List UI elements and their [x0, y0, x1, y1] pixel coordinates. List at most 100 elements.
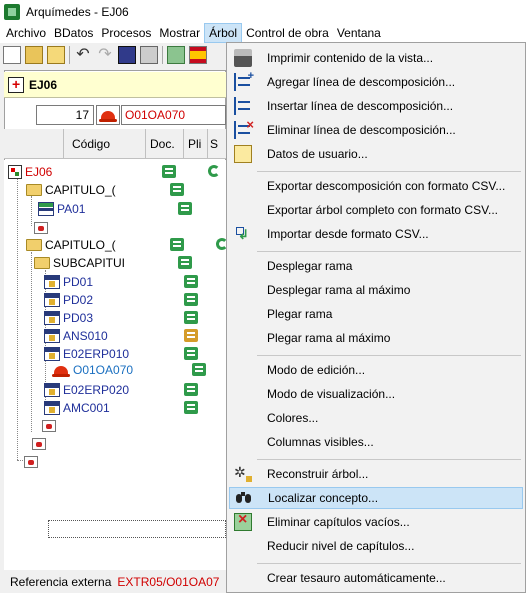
concept-tree[interactable]: EJ06 CAPITULO_( PA01 CAPITULO_( SUBCAPIT…: [4, 160, 226, 570]
menu-item-label: Columnas visibles...: [267, 435, 374, 449]
toolbar-separator: [69, 46, 70, 64]
tree-row[interactable]: EJ06: [8, 162, 52, 181]
header-codigo[interactable]: Código: [64, 129, 146, 158]
new-file-icon[interactable]: [3, 46, 21, 64]
tree-row[interactable]: PD03: [44, 308, 93, 327]
document-tab[interactable]: EJ06: [4, 72, 226, 98]
menu-item-reconstruir-arbol[interactable]: Reconstruir árbol...: [229, 463, 523, 485]
menu-item-modo-visualizacion[interactable]: Modo de visualización...: [229, 383, 523, 405]
open-folder-icon[interactable]: [25, 46, 43, 64]
tree-connector: [31, 196, 32, 226]
menu-item-label: Modo de visualización...: [267, 387, 396, 401]
tree-row[interactable]: CAPITULO_(: [26, 180, 116, 199]
menu-item-plegar-maximo[interactable]: Plegar rama al máximo: [229, 327, 523, 349]
tree-row-selected[interactable]: O01OA070: [52, 360, 133, 379]
document-icon: [184, 401, 198, 414]
header-pli[interactable]: Pli: [184, 129, 208, 158]
menu-item-columnas-visibles[interactable]: Columnas visibles...: [229, 431, 523, 453]
tree-row[interactable]: [32, 434, 46, 453]
menu-bdatos[interactable]: BDatos: [50, 23, 97, 43]
tree-row-label: E02ERP010: [63, 346, 130, 361]
menu-item-label: Imprimir contenido de la vista...: [267, 51, 434, 65]
menu-item-eliminar-linea[interactable]: Eliminar línea de descomposición...: [229, 117, 523, 141]
tool-icon[interactable]: [167, 46, 185, 64]
tree-row[interactable]: [24, 452, 38, 471]
menu-item-agregar-linea[interactable]: Agregar línea de descomposición...: [229, 70, 523, 93]
menu-item-crear-tesauro[interactable]: Crear tesauro automáticamente...: [229, 567, 523, 589]
menu-item-label: Colores...: [267, 411, 319, 425]
code-input[interactable]: O01OA070: [121, 105, 226, 125]
menu-item-label: Eliminar línea de descomposición...: [267, 123, 456, 137]
menu-item-reducir-nivel[interactable]: Reducir nivel de capítulos...: [229, 535, 523, 557]
empty-item-icon: [34, 221, 48, 234]
tree-row[interactable]: SUBCAPITUI: [34, 253, 125, 272]
tree-delete-icon: [234, 117, 254, 139]
folder-icon: [34, 256, 50, 269]
tree-row-label: CAPITULO_(: [45, 182, 116, 197]
column-header: Código Doc. Pli S: [4, 129, 226, 159]
menu-mostrar[interactable]: Mostrar: [155, 23, 204, 43]
menu-item-label: Reducir nivel de capítulos...: [267, 539, 415, 553]
menu-item-eliminar-capitulos[interactable]: Eliminar capítulos vacíos...: [229, 511, 523, 533]
menu-item-imprimir[interactable]: Imprimir contenido de la vista...: [229, 47, 523, 69]
menu-item-label: Modo de edición...: [267, 363, 366, 377]
menu-item-importar-csv[interactable]: Importar desde formato CSV...: [229, 223, 523, 245]
input-row: 17 O01OA070: [4, 104, 226, 126]
tree-row[interactable]: CAPITULO_(: [26, 235, 116, 254]
menu-item-datos-usuario[interactable]: Datos de usuario...: [229, 143, 523, 165]
document-icon: [184, 329, 198, 342]
tree-row[interactable]: PD01: [44, 272, 93, 291]
recycle-icon: [216, 238, 226, 250]
menu-item-localizar-concepto[interactable]: Localizar concepto...: [229, 487, 523, 509]
binoculars-icon: [235, 489, 253, 507]
menu-item-label: Eliminar capítulos vacíos...: [267, 515, 410, 529]
tree-row-label: O01OA070: [73, 362, 134, 377]
menu-control-de-obra[interactable]: Control de obra: [242, 23, 333, 43]
menu-item-insertar-linea[interactable]: Insertar línea de descomposición...: [229, 95, 523, 117]
menu-separator: [257, 355, 521, 356]
menu-ventana[interactable]: Ventana: [333, 23, 385, 43]
tree-row[interactable]: PA01: [38, 199, 85, 218]
menu-bar: Archivo BDatos Procesos Mostrar Árbol Co…: [0, 23, 526, 43]
menu-item-desplegar-maximo[interactable]: Desplegar rama al máximo: [229, 279, 523, 301]
menu-arbol[interactable]: Árbol: [204, 23, 243, 43]
spain-flag-icon[interactable]: [189, 46, 207, 64]
print-icon[interactable]: [140, 46, 158, 64]
selected-row-outline: [48, 520, 226, 538]
tree-row[interactable]: ANS010: [44, 326, 108, 345]
document-icon: [170, 183, 184, 196]
unit-item-icon: [44, 400, 60, 415]
new-folder-icon[interactable]: [47, 46, 65, 64]
menu-item-desplegar-rama[interactable]: Desplegar rama: [229, 255, 523, 277]
status-bar: Referencia externa EXTR05/O01OA07: [4, 570, 226, 593]
header-s[interactable]: S: [208, 129, 226, 158]
empty-item-icon: [42, 419, 56, 432]
tree-row[interactable]: E02ERP020: [44, 380, 129, 399]
hard-hat-button[interactable]: [96, 105, 120, 125]
item-icon: [38, 201, 54, 216]
tree-row[interactable]: AMC001: [44, 398, 110, 417]
menu-item-exportar-descomposicion[interactable]: Exportar descomposición con formato CSV.…: [229, 175, 523, 197]
save-icon[interactable]: [118, 46, 136, 64]
recycle-icon: [208, 165, 220, 177]
hard-hat-icon: [99, 111, 117, 122]
header-blank: [4, 129, 64, 158]
redo-icon[interactable]: ↷: [96, 46, 114, 64]
menu-separator: [257, 251, 521, 252]
tree-row[interactable]: PD02: [44, 290, 93, 309]
menu-item-plegar-rama[interactable]: Plegar rama: [229, 303, 523, 325]
menu-item-modo-edicion[interactable]: Modo de edición...: [229, 359, 523, 381]
menu-archivo[interactable]: Archivo: [2, 23, 50, 43]
menu-item-exportar-arbol[interactable]: Exportar árbol completo con formato CSV.…: [229, 199, 523, 221]
tree-row-label: CAPITULO_(: [45, 237, 116, 252]
document-icon: [184, 275, 198, 288]
tree-row-label: AMC001: [63, 400, 110, 415]
undo-icon[interactable]: ↶: [74, 46, 92, 64]
menu-procesos[interactable]: Procesos: [97, 23, 155, 43]
menu-item-colores[interactable]: Colores...: [229, 407, 523, 429]
app-icon: [4, 3, 20, 20]
tree-row[interactable]: [42, 416, 56, 435]
quantity-input[interactable]: 17: [36, 105, 94, 125]
header-doc[interactable]: Doc.: [146, 129, 184, 158]
status-label: Referencia externa: [10, 574, 112, 589]
